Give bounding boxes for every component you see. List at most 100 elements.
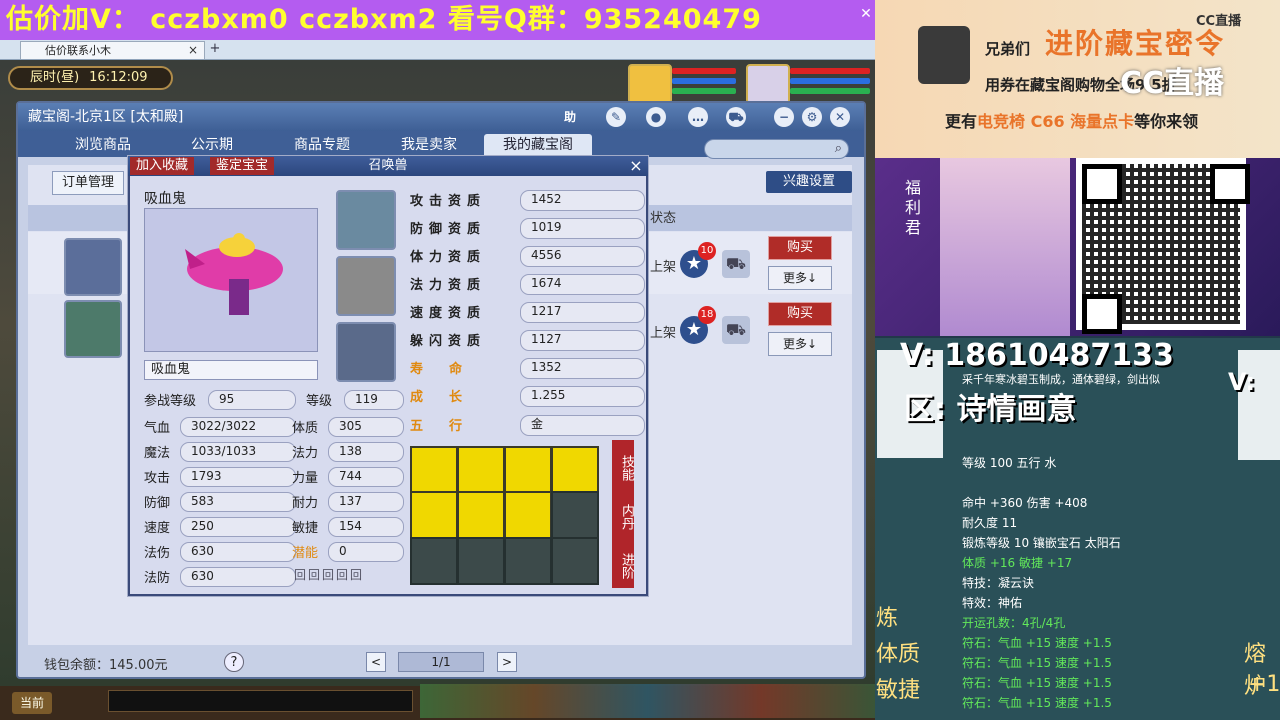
inner-core-button[interactable]: 内丹 bbox=[612, 489, 634, 539]
cart-icon[interactable]: ⛟ bbox=[722, 250, 750, 278]
qual-label: 五 行 bbox=[410, 419, 463, 434]
chat-input[interactable] bbox=[108, 690, 413, 712]
more-button[interactable]: 更多↓ bbox=[768, 266, 832, 290]
skill-slot[interactable] bbox=[551, 446, 599, 494]
wallet-balance: 钱包余额：145.00元 bbox=[44, 658, 168, 673]
stat-value: 137 bbox=[328, 492, 404, 512]
qual-value: 1217 bbox=[520, 302, 645, 323]
qual-label: 防御资质 bbox=[410, 222, 487, 237]
shortcut-icon-bar[interactable] bbox=[420, 684, 875, 718]
help-icon[interactable]: ? bbox=[224, 652, 244, 672]
fuli-label: 福利君 bbox=[905, 178, 922, 237]
browser-tab[interactable]: 估价联系小木 × bbox=[20, 41, 205, 59]
close-icon[interactable]: ✕ bbox=[830, 107, 850, 127]
qual-label: 攻击资质 bbox=[410, 194, 487, 209]
server-name: 区: 诗情画意 bbox=[904, 392, 1077, 427]
appraise-pet-button[interactable]: 鉴定宝宝 bbox=[210, 157, 275, 175]
stat-label: 法伤 bbox=[144, 546, 171, 561]
qual-value: 1452 bbox=[520, 190, 645, 211]
stat-label: 法力 bbox=[292, 446, 319, 461]
player-avatar[interactable] bbox=[746, 64, 790, 104]
tab-browse[interactable]: 浏览商品 bbox=[60, 134, 146, 157]
stat-label: 力量 bbox=[292, 471, 319, 486]
stat-label: 气血 bbox=[144, 421, 171, 436]
cart-icon[interactable]: ⛟ bbox=[726, 107, 746, 127]
chat-icon[interactable]: … bbox=[688, 107, 708, 127]
item-thumbnail[interactable] bbox=[64, 300, 122, 358]
next-page-button[interactable]: > bbox=[497, 652, 517, 672]
skill-slot[interactable] bbox=[504, 491, 552, 539]
qual-value: 金 bbox=[520, 415, 645, 436]
promo-footer: 更有电竞椅 C66 海量点卡等你来领 bbox=[945, 112, 1199, 131]
more-button[interactable]: 更多↓ bbox=[768, 332, 832, 356]
skills-button[interactable]: 技能 bbox=[612, 440, 634, 490]
order-management-button[interactable]: 订单管理 bbox=[52, 171, 124, 195]
tab-public[interactable]: 公示期 bbox=[172, 134, 252, 157]
party-hud bbox=[628, 64, 873, 104]
skill-slot[interactable] bbox=[457, 446, 505, 494]
prev-page-button[interactable]: < bbox=[366, 652, 386, 672]
stat-value: 138 bbox=[328, 442, 404, 462]
close-icon[interactable]: ✕ bbox=[858, 6, 874, 22]
stat-value: 250 bbox=[180, 517, 296, 537]
equipment-slot[interactable] bbox=[336, 190, 396, 250]
buy-button[interactable]: 购买 bbox=[768, 236, 832, 260]
stat-value: 1793 bbox=[180, 467, 296, 487]
skill-slot[interactable] bbox=[410, 446, 458, 494]
cart-icon[interactable]: ⛟ bbox=[722, 316, 750, 344]
contact-label: V: bbox=[1228, 368, 1256, 396]
stat-label: 攻击 bbox=[144, 471, 171, 486]
tab-label: 估价联系小木 bbox=[45, 44, 111, 57]
edit-icon[interactable]: ✎ bbox=[606, 107, 626, 127]
qual-value: 4556 bbox=[520, 246, 645, 267]
buy-button[interactable]: 购买 bbox=[768, 302, 832, 326]
tab-my-pavilion[interactable]: 我的藏宝阁 bbox=[484, 134, 592, 157]
current-channel-button[interactable]: 当前 bbox=[12, 692, 52, 714]
cc-logo: CC直播 bbox=[1196, 14, 1242, 29]
qual-label: 法力资质 bbox=[410, 278, 487, 293]
tab-close-icon[interactable]: × bbox=[188, 42, 198, 59]
qr-corner bbox=[1210, 164, 1250, 204]
qr-corner bbox=[1082, 294, 1122, 334]
game-clock: 辰时(昼) 16:12:09 bbox=[8, 66, 173, 90]
stat-label: 等级 bbox=[306, 394, 333, 409]
mp-bar bbox=[672, 78, 736, 84]
help-button[interactable]: 助 bbox=[560, 107, 580, 127]
pet-avatar[interactable] bbox=[628, 64, 672, 104]
shelf-status: 上架 bbox=[650, 260, 677, 275]
stat-value: 154 bbox=[328, 517, 404, 537]
hp-bar bbox=[672, 68, 736, 74]
stat-value: 3022/3022 bbox=[180, 417, 296, 437]
item-thumbnail[interactable] bbox=[64, 238, 122, 296]
advance-button[interactable]: 进阶 bbox=[612, 538, 634, 588]
skill-slot[interactable] bbox=[410, 491, 458, 539]
minimize-icon[interactable]: − bbox=[774, 107, 794, 127]
settings-icon[interactable]: ⚙ bbox=[802, 107, 822, 127]
favorite-count-badge: 18 bbox=[698, 306, 716, 324]
equipment-slot[interactable] bbox=[336, 256, 396, 316]
dialog-toolbar: 助 ✎ ● … ⛟ − ⚙ ✕ bbox=[560, 107, 860, 129]
qual-label: 体力资质 bbox=[410, 250, 487, 265]
record-icon[interactable]: ● bbox=[646, 107, 666, 127]
empty-skill-slot bbox=[457, 537, 505, 585]
clock-time: 16:12:09 bbox=[89, 70, 148, 85]
skill-slot[interactable] bbox=[504, 446, 552, 494]
stat-label: 体质 bbox=[292, 421, 319, 436]
search-icon[interactable]: ⌕ bbox=[835, 141, 842, 156]
equipment-slot[interactable] bbox=[336, 322, 396, 382]
side-text: 体质 bbox=[876, 642, 921, 667]
tab-topics[interactable]: 商品专题 bbox=[280, 134, 364, 157]
qual-value: 1352 bbox=[520, 358, 645, 379]
tab-seller[interactable]: 我是卖家 bbox=[386, 134, 472, 157]
search-input[interactable]: ⌕ bbox=[704, 139, 849, 159]
shelf-status: 上架 bbox=[650, 326, 677, 341]
contact-banner: 估价加V： cczbxm0 cczbxm2 看号Q群：935240479 bbox=[0, 0, 875, 40]
stat-label: 潜能 bbox=[292, 546, 319, 561]
close-icon[interactable]: × bbox=[626, 156, 646, 176]
stat-value: 630 bbox=[180, 567, 296, 587]
skill-slot[interactable] bbox=[457, 491, 505, 539]
stat-label: 敏捷 bbox=[292, 521, 319, 536]
new-tab-button[interactable]: + bbox=[208, 42, 222, 56]
interest-settings-button[interactable]: 兴趣设置 bbox=[766, 171, 852, 193]
add-favorite-button[interactable]: 加入收藏 bbox=[130, 157, 195, 175]
